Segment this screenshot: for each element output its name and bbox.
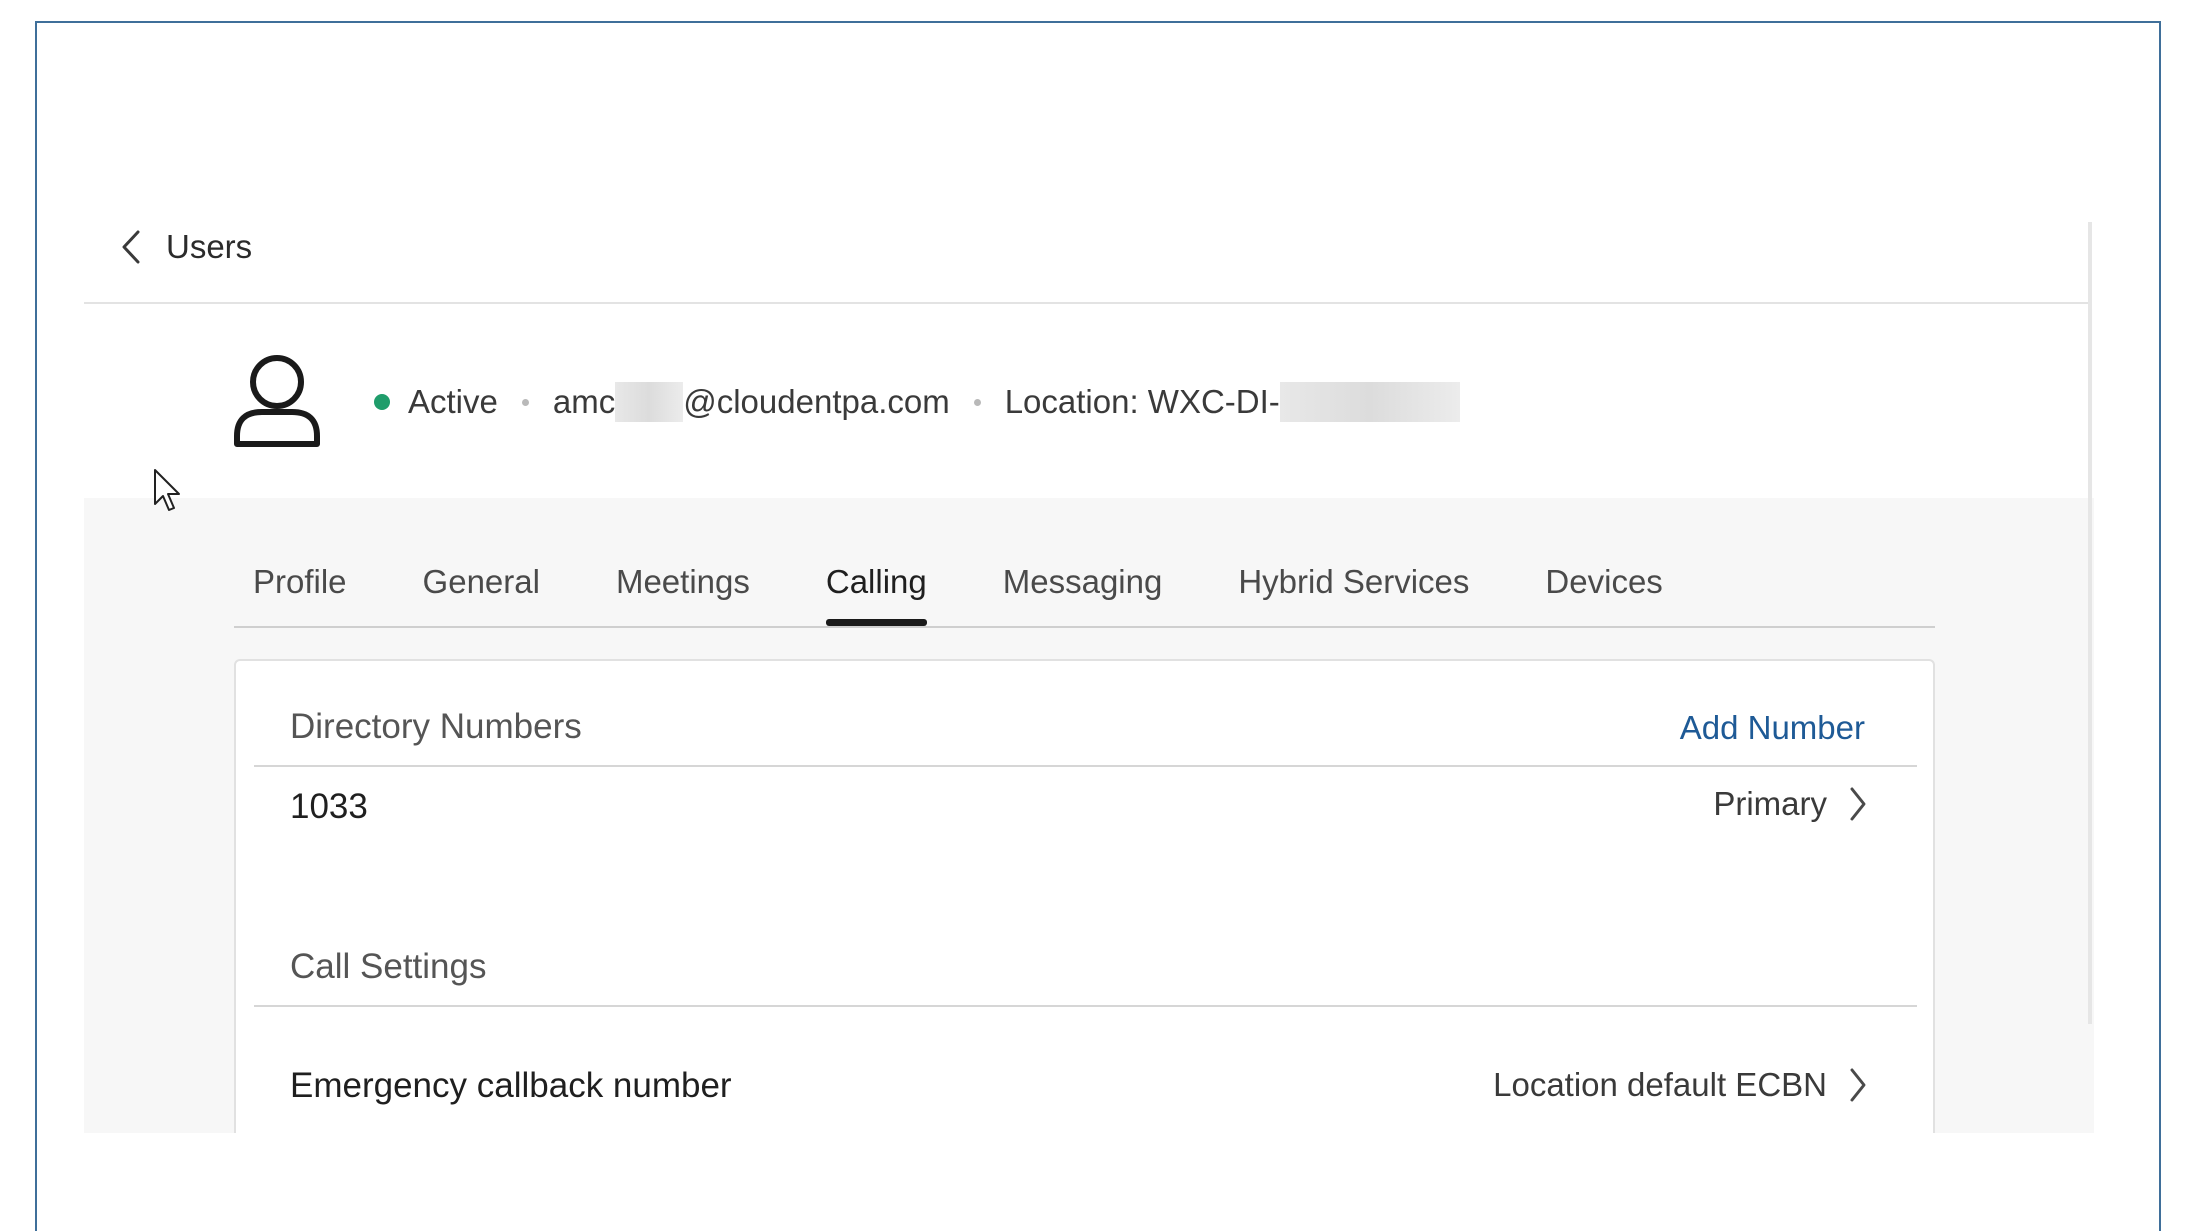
emergency-callback-row[interactable]: Emergency callback number Location defau… xyxy=(254,1066,1917,1133)
tab-meetings[interactable]: Meetings xyxy=(597,558,769,624)
user-detail-panel: Users Active amc @cloudentpa.com Location… xyxy=(84,195,2094,1133)
location-prefix: Location: WXC-DI- xyxy=(1004,383,1280,420)
vertical-scrollbar[interactable] xyxy=(2088,222,2092,1024)
add-number-button[interactable]: Add Number xyxy=(1680,709,1865,747)
section-title: Directory Numbers xyxy=(290,707,582,746)
separator-dot xyxy=(973,398,981,406)
user-email: amc @cloudentpa.com xyxy=(553,382,950,422)
number-type: Primary xyxy=(1713,785,1827,822)
user-meta: Active amc @cloudentpa.com Location: WXC-… xyxy=(374,382,1460,422)
breadcrumb: Users xyxy=(84,195,2089,304)
back-to-users-button[interactable]: Users xyxy=(120,225,252,269)
email-suffix: @cloudentpa.com xyxy=(683,383,950,420)
tab-calling[interactable]: Calling xyxy=(807,558,946,626)
email-prefix: amc xyxy=(552,383,616,420)
status-indicator xyxy=(374,394,390,410)
tab-hybrid-services[interactable]: Hybrid Services xyxy=(1219,558,1488,624)
section-title: Call Settings xyxy=(290,947,487,986)
setting-label: Emergency callback number xyxy=(290,1066,732,1105)
user-location: Location: WXC-DI- xyxy=(1005,382,1460,422)
directory-number: 1033 xyxy=(290,787,368,826)
setting-value: Location default ECBN xyxy=(1493,1066,1827,1103)
user-summary: Active amc @cloudentpa.com Location: WXC-… xyxy=(84,304,2089,498)
redacted-block xyxy=(1279,382,1460,422)
directory-numbers-header: Directory Numbers Add Number xyxy=(254,661,1917,767)
row-value: Primary xyxy=(1713,785,1867,823)
user-icon xyxy=(232,354,322,448)
tab-devices[interactable]: Devices xyxy=(1526,558,1681,624)
tab-bar: Profile General Meetings Calling Messagi… xyxy=(234,558,1935,628)
redacted-block xyxy=(615,382,684,422)
status-text: Active xyxy=(408,383,498,420)
tab-profile[interactable]: Profile xyxy=(234,558,366,624)
chevron-right-icon xyxy=(1850,787,1866,821)
chevron-left-icon xyxy=(120,229,142,265)
tab-messaging[interactable]: Messaging xyxy=(984,558,1182,624)
tab-general[interactable]: General xyxy=(404,558,559,624)
row-value: Location default ECBN xyxy=(1493,1066,1867,1104)
mouse-cursor-icon xyxy=(153,468,183,519)
separator-dot xyxy=(521,398,529,406)
directory-number-row[interactable]: 1033 Primary xyxy=(254,785,1917,867)
calling-card: Directory Numbers Add Number 1033 Primar… xyxy=(234,659,1935,1133)
back-label: Users xyxy=(166,228,253,265)
call-settings-header: Call Settings xyxy=(254,901,1917,1007)
calling-content: Profile General Meetings Calling Messagi… xyxy=(84,498,2094,1133)
chevron-right-icon xyxy=(1850,1068,1866,1102)
